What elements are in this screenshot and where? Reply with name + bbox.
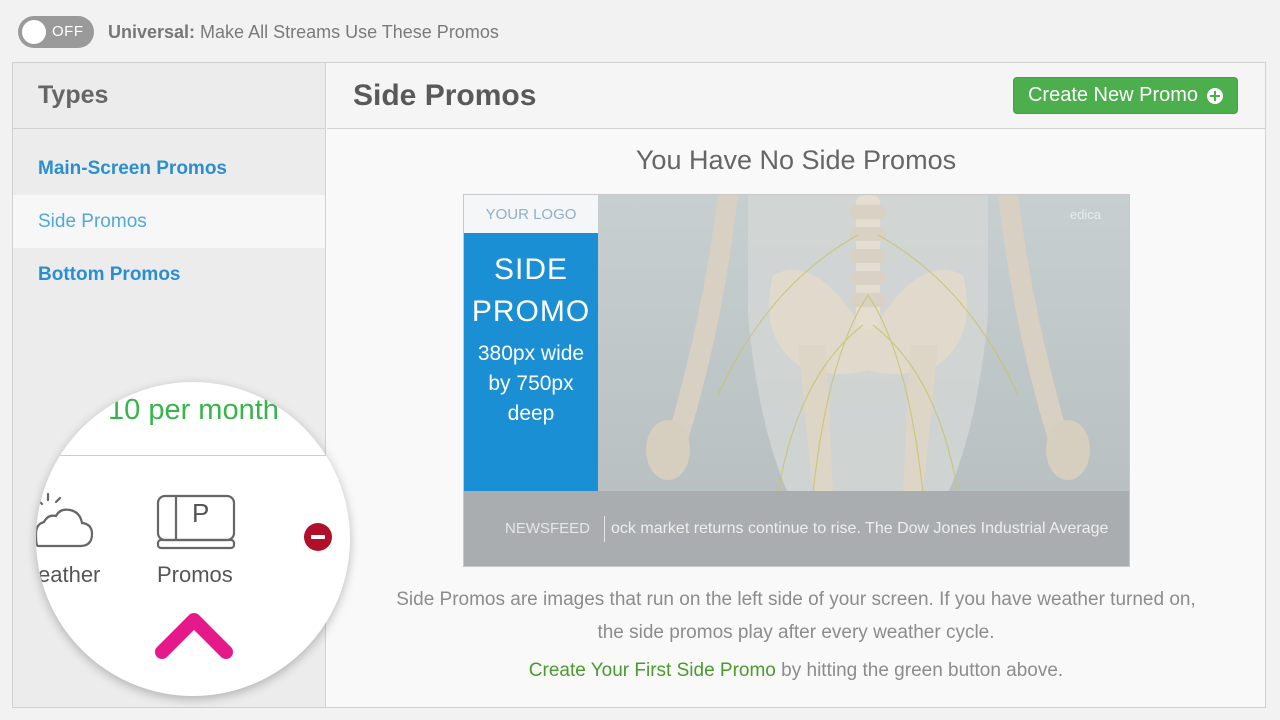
sidebar-title: Types bbox=[38, 81, 109, 109]
newsfeed-divider bbox=[604, 515, 606, 542]
weather-label: eather bbox=[38, 562, 101, 587]
newsfeed-label: NEWSFEED bbox=[505, 520, 591, 537]
main-content: Side Promos Create New Promo You Have No… bbox=[327, 63, 1265, 707]
magnifier-divider bbox=[36, 455, 350, 456]
universal-label-text: Make All Streams Use These Promos bbox=[195, 21, 499, 42]
create-first-promo-hint: Create Your First Side Promo by hitting … bbox=[327, 660, 1265, 682]
side-promo-preview: edica YOUR LOGO SIDE PROMO 380px wide by… bbox=[463, 194, 1130, 567]
sidebar-item-bottom-promos[interactable]: Bottom Promos bbox=[13, 248, 325, 301]
side-promo-placeholder: SIDE PROMO 380px wide by 750px deep bbox=[464, 233, 598, 493]
toggle-knob bbox=[22, 20, 46, 44]
skeleton-illustration bbox=[646, 195, 1090, 493]
universal-toggle-row: OFF Universal: Make All Streams Use Thes… bbox=[18, 16, 499, 48]
universal-label-bold: Universal: bbox=[108, 21, 196, 42]
empty-state-heading: You Have No Side Promos bbox=[635, 145, 957, 175]
promos-icon-letter: P bbox=[192, 498, 210, 528]
newsfeed-text: ock market returns continue to rise. The… bbox=[611, 519, 1109, 537]
promo-size-info: 380px wide by 750px deep bbox=[464, 339, 598, 429]
side-promo-description: Side Promos are images that run on the l… bbox=[327, 583, 1265, 649]
cta-rest-text: by hitting the green button above. bbox=[775, 660, 1064, 681]
sidebar-item-side-promos[interactable]: Side Promos bbox=[13, 195, 325, 248]
promos-label: Promos bbox=[157, 562, 233, 587]
up-chevron-icon bbox=[155, 613, 233, 659]
toggle-state-label: OFF bbox=[52, 23, 84, 40]
promo-size-line-1: 380px wide bbox=[477, 342, 585, 365]
universal-toggle[interactable]: OFF bbox=[18, 16, 94, 48]
universal-label: Universal: Make All Streams Use These Pr… bbox=[108, 22, 499, 43]
promo-size-line-3: deep bbox=[507, 402, 555, 425]
newsfeed-ticker: NEWSFEED ock market returns continue to … bbox=[464, 491, 1129, 566]
plus-circle-icon bbox=[1207, 87, 1224, 104]
promo-line-2: PROMO bbox=[471, 295, 591, 328]
weather-icon bbox=[36, 492, 94, 548]
image-watermark: edica bbox=[1069, 207, 1101, 222]
create-first-promo-link[interactable]: Create Your First Side Promo bbox=[529, 660, 776, 681]
create-new-promo-button[interactable]: Create New Promo bbox=[1013, 77, 1238, 114]
magnifier-callout: 10 per month eather P Promos bbox=[36, 382, 350, 696]
sidebar-item-main-screen-promos[interactable]: Main-Screen Promos bbox=[13, 142, 325, 195]
promo-line-1: SIDE bbox=[493, 253, 569, 286]
price-text: 10 per month bbox=[108, 394, 279, 426]
your-logo-placeholder: YOUR LOGO bbox=[464, 195, 598, 233]
description-line-1: Side Promos are images that run on the l… bbox=[396, 589, 1196, 610]
sidebar-header: Types bbox=[13, 63, 325, 129]
description-line-2: the side promos play after every weather… bbox=[597, 622, 995, 643]
promo-size-line-2: by 750px bbox=[488, 372, 574, 395]
content-header: Side Promos Create New Promo bbox=[327, 63, 1265, 129]
page-title: Side Promos bbox=[353, 78, 537, 112]
create-button-label: Create New Promo bbox=[1027, 84, 1199, 106]
anatomy-background-image: edica bbox=[598, 195, 1129, 493]
remove-button[interactable] bbox=[304, 523, 332, 551]
